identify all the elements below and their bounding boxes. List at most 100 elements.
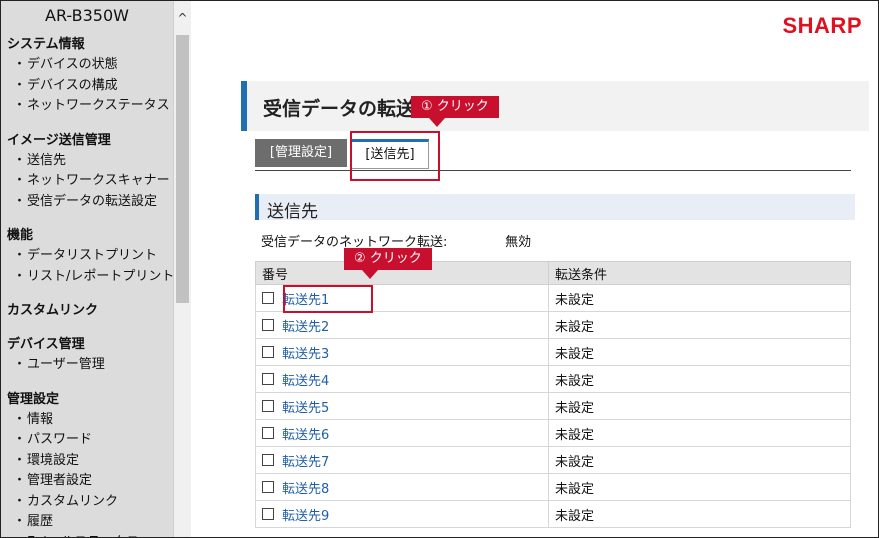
destination-cell: 転送先6 [255,419,549,447]
tab-admin-settings[interactable]: [管理設定] [255,139,347,167]
sidebar-item-label: ユーザー管理 [27,357,105,372]
destination-cell: 転送先8 [255,473,549,501]
table-row: 転送先7 未設定 [255,446,851,474]
sidebar-item-label: 受信データの転送設定 [27,193,158,209]
annotation-box-link [283,285,373,313]
table-row: 転送先8 未設定 [255,473,851,501]
sidebar-item[interactable]: ・情報 [1,410,173,431]
condition-cell: 未設定 [548,311,851,339]
bullet-icon: ・ [13,268,27,284]
condition-cell: 未設定 [548,446,851,474]
bullet-icon: ・ [13,57,27,72]
network-forward-value: 無効 [505,235,532,250]
condition-cell: 未設定 [548,338,851,366]
sidebar-group-title[interactable]: システム情報 [1,35,173,55]
sidebar-item[interactable]: ・デバイスの状態 [1,55,173,76]
sidebar-item[interactable]: ・ユーザー管理 [1,355,173,376]
scroll-up-icon[interactable]: ^ [174,1,191,35]
row-checkbox[interactable] [262,292,274,304]
row-checkbox[interactable] [262,427,274,439]
sidebar-item-label: 送信先 [27,152,67,168]
sidebar-item[interactable]: ・デバイスの構成 [1,76,173,97]
bullet-icon: ・ [13,248,27,263]
sidebar-item-label: ネットワークステータス [27,98,170,113]
row-checkbox[interactable] [262,454,274,466]
sidebar-item[interactable]: ・パスワード [1,430,173,451]
bullet-icon: ・ [13,493,27,509]
sidebar-group-title[interactable]: 機能 [1,226,173,246]
condition-cell: 未設定 [548,365,851,393]
sidebar-group-title[interactable]: カスタムリンク [1,301,173,321]
destination-link[interactable]: 転送先4 [282,374,329,389]
section-title: 送信先 [267,202,318,222]
sidebar-item[interactable]: ・送信先 [1,151,173,172]
sidebar-scrollbar[interactable]: ^ [173,1,191,537]
device-name: AR-B350W [45,6,129,25]
bullet-icon: ・ [13,98,27,113]
section-header: 送信先 [255,194,855,222]
destination-link[interactable]: 転送先8 [282,482,329,497]
sidebar-group-title[interactable]: イメージ送信管理 [1,131,173,151]
bullet-icon: ・ [13,193,27,209]
destination-link[interactable]: 転送先2 [282,320,329,335]
sidebar-item[interactable]: ・カスタムリンク [1,492,173,513]
sharp-logo: SHARP [782,13,862,38]
sidebar-item-label: カスタムリンク [27,493,119,509]
header-condition: 転送条件 [548,261,851,285]
destination-link[interactable]: 転送先9 [282,509,329,524]
annotation-box-tab [350,131,440,181]
sidebar-item-label: デバイスの状態 [27,57,118,72]
sidebar-item-label: 情報 [27,411,54,427]
sidebar-item[interactable]: ・受信データの転送設定 [1,192,173,213]
destination-cell: 転送先7 [255,446,549,474]
destination-cell: 転送先4 [255,365,549,393]
sidebar-item[interactable]: ・リスト/レポートプリント [1,267,173,288]
table-row: 転送先3 未設定 [255,338,851,366]
table-row: 転送先4 未設定 [255,365,851,393]
sidebar: AR-B350W システム情報 ・デバイスの状態 ・デバイスの構成 ・ネットワークステ… [1,1,173,538]
sidebar-group-title[interactable]: 管理設定 [1,390,173,410]
sidebar-item-label: データリストプリント [27,248,158,263]
row-checkbox[interactable] [262,319,274,331]
sidebar-item-label: デバイスの構成 [27,77,118,93]
condition-cell: 未設定 [548,392,851,420]
bullet-icon: ・ [13,411,27,427]
sidebar-item[interactable]: ・管理者設定 [1,471,173,492]
table-row: 転送先5 未設定 [255,392,851,420]
sidebar-item-label: 管理者設定 [27,473,93,488]
sidebar-item[interactable]: ・環境設定 [1,451,173,472]
row-checkbox[interactable] [262,400,274,412]
sidebar-item-label: パスワード [27,432,93,447]
table-row: 転送先6 未設定 [255,419,851,447]
destination-link[interactable]: 転送先6 [282,428,329,443]
sidebar-item-label: Eメールステータス [27,535,139,538]
destination-link[interactable]: 転送先3 [282,347,329,362]
sidebar-item-label: リスト/レポートプリント [27,268,173,284]
sidebar-item-label: 環境設定 [27,452,80,468]
row-checkbox[interactable] [262,508,274,520]
sidebar-item-label: ネットワークスキャナー [27,173,170,188]
condition-cell: 未設定 [548,284,851,312]
condition-cell: 未設定 [548,419,851,447]
table-row: 転送先9 未設定 [255,500,851,528]
browser-frame: AR-B350W システム情報 ・デバイスの状態 ・デバイスの構成 ・ネットワークステ… [0,0,879,538]
table-row: 転送先2 未設定 [255,311,851,339]
sidebar-item[interactable]: ・ネットワークステータス [1,96,173,117]
destination-link[interactable]: 転送先7 [282,455,329,470]
row-checkbox[interactable] [262,373,274,385]
sidebar-item[interactable]: ・Eメールステータス [1,533,173,538]
bullet-icon: ・ [13,514,27,529]
sidebar-item[interactable]: ・ネットワークスキャナー [1,171,173,192]
row-checkbox[interactable] [262,481,274,493]
row-checkbox[interactable] [262,346,274,358]
annotation-step2: ② クリック [344,248,432,279]
annotation-step1: ① クリック [411,96,499,127]
sidebar-item[interactable]: ・履歴 [1,512,173,533]
sidebar-group-title[interactable]: デバイス管理 [1,335,173,355]
condition-cell: 未設定 [548,500,851,528]
scroll-thumb[interactable] [176,35,189,303]
destination-cell: 転送先3 [255,338,549,366]
sidebar-item[interactable]: ・データリストプリント [1,246,173,267]
destination-link[interactable]: 転送先5 [282,401,329,416]
bullet-icon: ・ [13,357,27,372]
